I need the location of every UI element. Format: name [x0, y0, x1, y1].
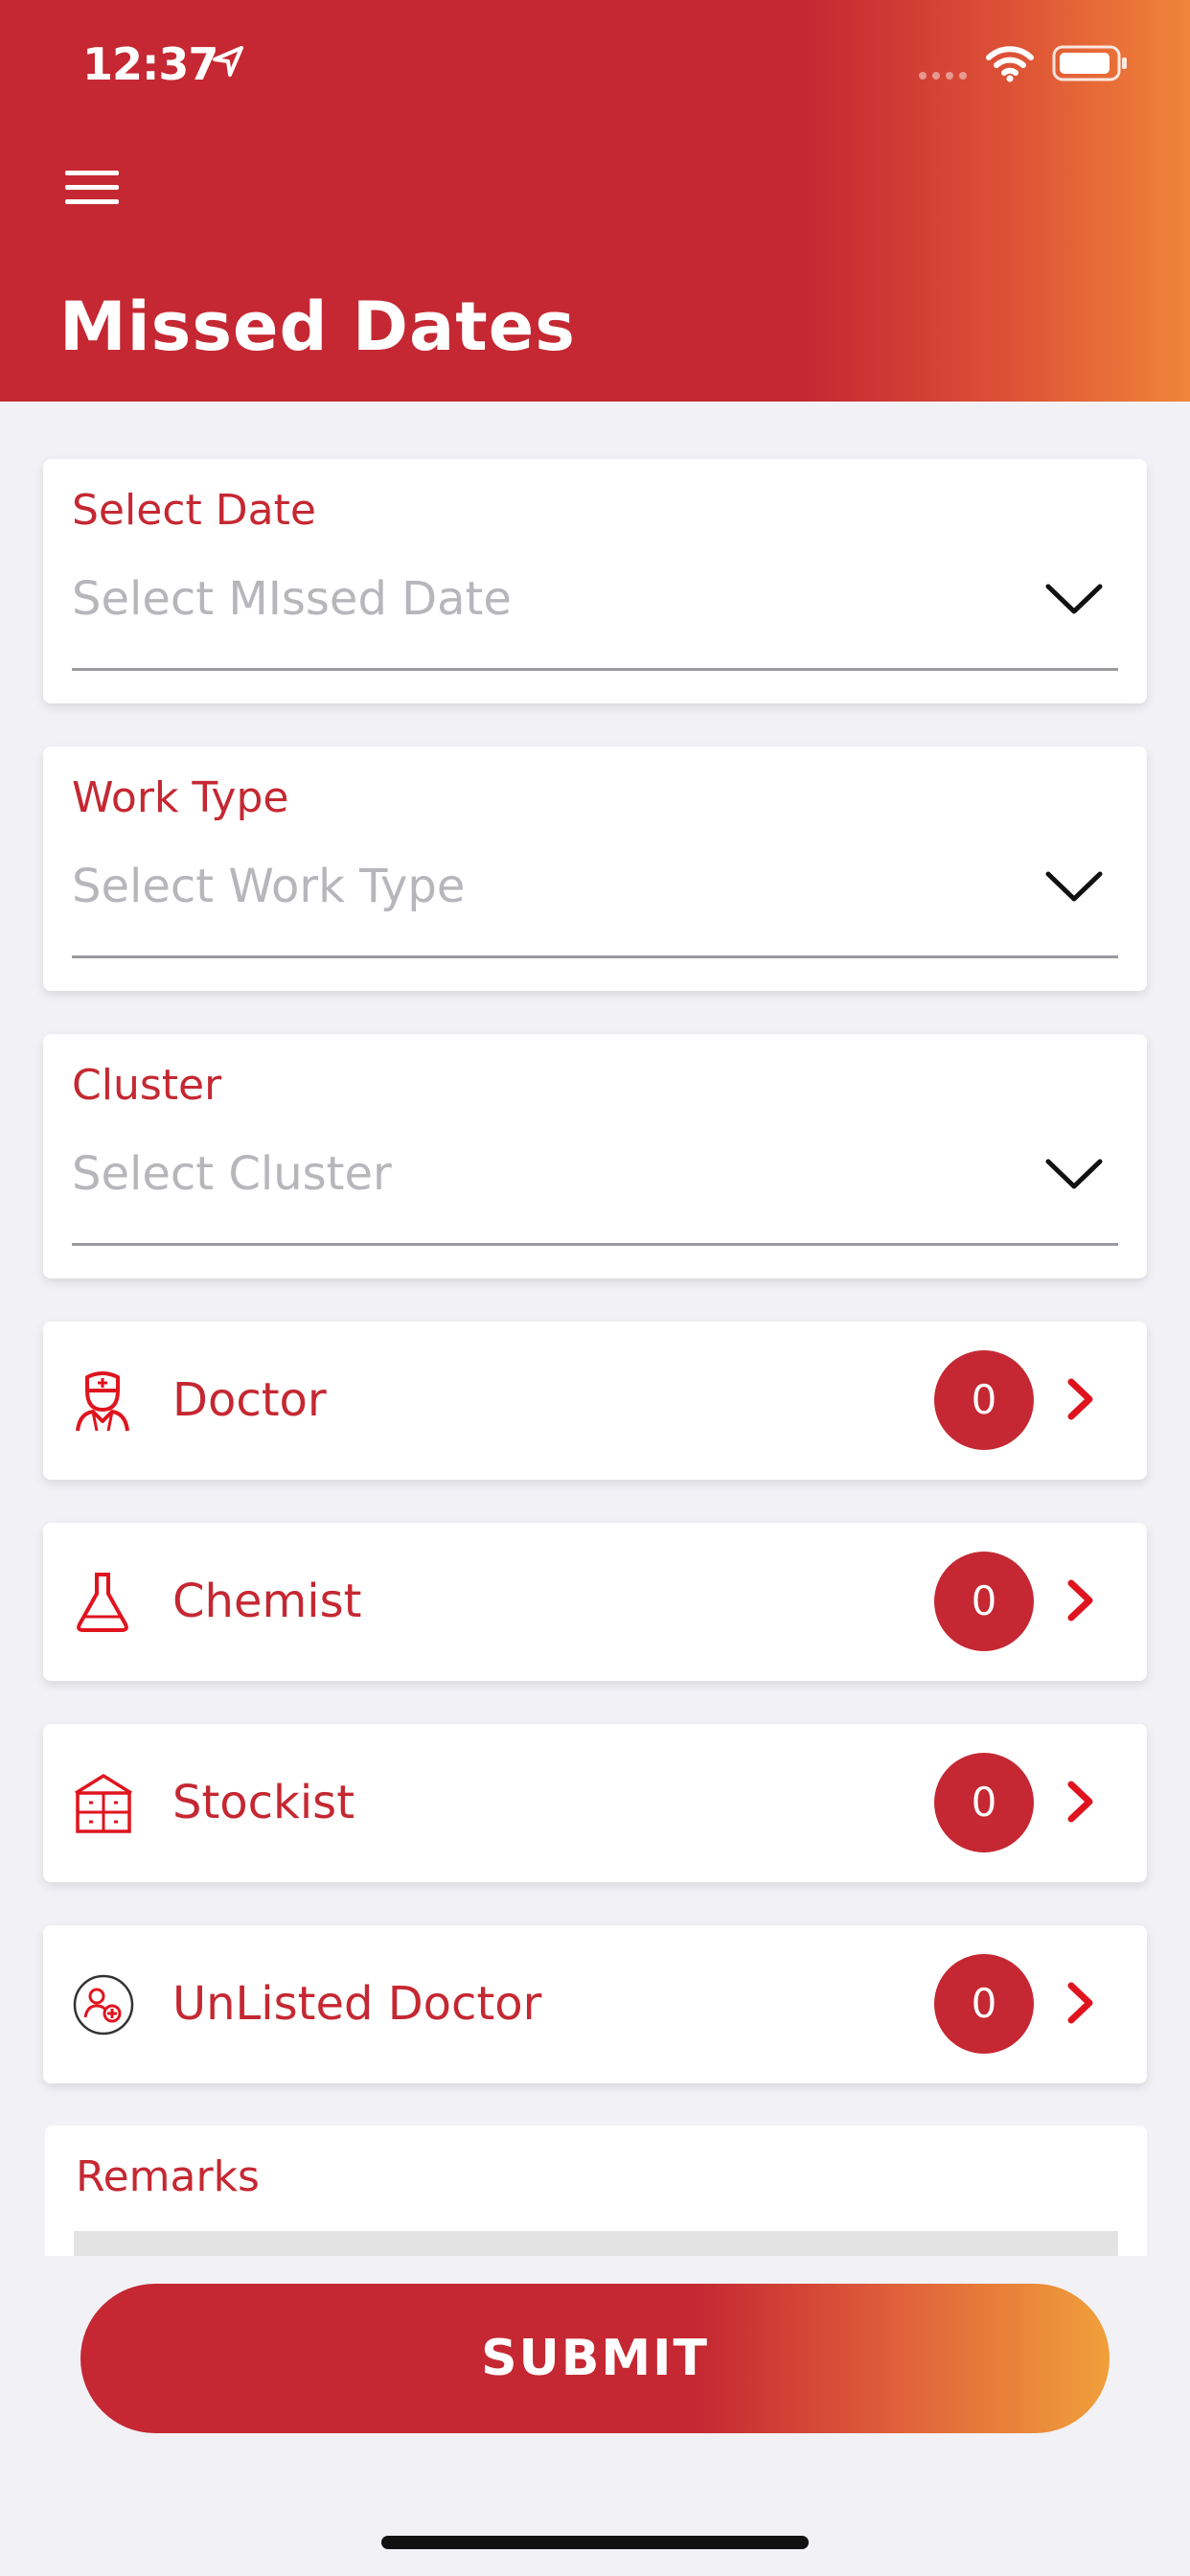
cluster-placeholder: Select Cluster — [72, 1147, 392, 1201]
row-stockist[interactable]: Stockist 0 — [43, 1724, 1147, 1882]
wifi-icon — [986, 46, 1034, 82]
count-badge: 0 — [934, 1552, 1034, 1651]
row-label-chemist: Chemist — [172, 1575, 362, 1628]
select-date-field[interactable]: Select Date Select MIssed Date — [43, 459, 1147, 703]
row-label-unlisted-doctor: UnListed Doctor — [172, 1977, 542, 2031]
chevron-down-icon — [1045, 871, 1103, 902]
doctor-icon — [76, 1371, 129, 1432]
work-type-label: Work Type — [72, 773, 289, 822]
home-indicator[interactable] — [381, 2536, 809, 2549]
chevron-right-icon — [1067, 1982, 1093, 2024]
submit-button[interactable]: SUBMIT — [80, 2284, 1110, 2433]
cluster-label: Cluster — [72, 1061, 222, 1110]
remarks-input[interactable] — [74, 2231, 1118, 2256]
chevron-right-icon — [1067, 1378, 1093, 1420]
count-badge: 0 — [934, 1350, 1034, 1450]
count-badge: 0 — [934, 1954, 1034, 2054]
row-unlisted-doctor[interactable]: UnListed Doctor 0 — [43, 1925, 1147, 2083]
select-date-placeholder: Select MIssed Date — [72, 572, 512, 626]
location-arrow-icon — [213, 46, 243, 77]
work-type-placeholder: Select Work Type — [72, 860, 466, 913]
page-title: Missed Dates — [59, 288, 576, 366]
work-type-field[interactable]: Work Type Select Work Type — [43, 747, 1147, 991]
field-underline — [72, 955, 1118, 958]
hamburger-menu-icon[interactable] — [65, 169, 119, 207]
chevron-down-icon — [1045, 584, 1103, 614]
row-label-stockist: Stockist — [172, 1776, 355, 1829]
status-time: 12:37 — [82, 38, 218, 90]
chevron-down-icon — [1045, 1159, 1103, 1189]
flask-icon — [77, 1573, 128, 1632]
field-underline — [72, 1243, 1118, 1246]
row-label-doctor: Doctor — [172, 1373, 327, 1427]
cellular-signal-icon — [919, 72, 967, 80]
remarks-label: Remarks — [76, 2152, 260, 2201]
warehouse-icon — [75, 1774, 132, 1833]
row-doctor[interactable]: Doctor 0 — [43, 1322, 1147, 1480]
remarks-card: Remarks — [45, 2126, 1147, 2256]
battery-icon — [1052, 45, 1127, 81]
add-person-icon — [73, 1974, 134, 2036]
chevron-right-icon — [1067, 1781, 1093, 1823]
chevron-right-icon — [1067, 1579, 1093, 1622]
cluster-field[interactable]: Cluster Select Cluster — [43, 1034, 1147, 1278]
field-underline — [72, 668, 1118, 671]
count-badge: 0 — [934, 1753, 1034, 1852]
row-chemist[interactable]: Chemist 0 — [43, 1523, 1147, 1681]
app-header: 12:37 Missed Dates — [0, 0, 1190, 402]
select-date-label: Select Date — [72, 486, 316, 535]
